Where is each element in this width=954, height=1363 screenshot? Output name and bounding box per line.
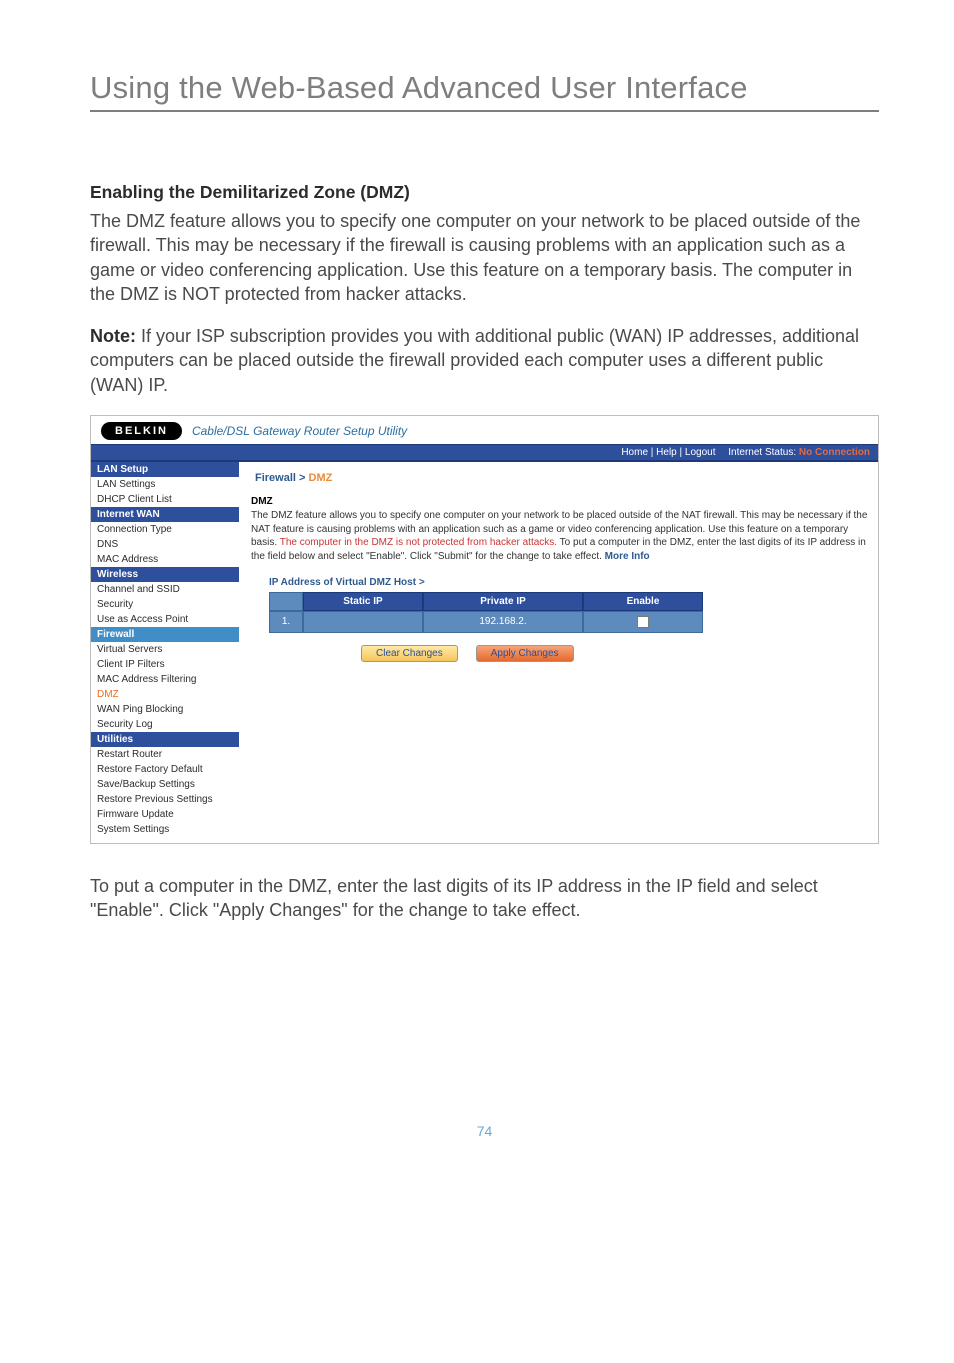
sidebar-item-security-log[interactable]: Security Log <box>91 717 239 732</box>
sidebar-item-restore-factory[interactable]: Restore Factory Default <box>91 762 239 777</box>
sidebar-item-firmware-update[interactable]: Firmware Update <box>91 807 239 822</box>
sidebar-item-save-backup[interactable]: Save/Backup Settings <box>91 777 239 792</box>
page-title: Using the Web-Based Advanced User Interf… <box>90 70 879 106</box>
sidebar-item-system-settings[interactable]: System Settings <box>91 822 239 837</box>
sidebar-item-mac-filtering[interactable]: MAC Address Filtering <box>91 672 239 687</box>
sidebar-head-wireless: Wireless <box>91 567 239 582</box>
dmz-table-header-row: Static IP Private IP Enable <box>269 592 868 611</box>
sidebar-item-security[interactable]: Security <box>91 597 239 612</box>
utility-tagline: Cable/DSL Gateway Router Setup Utility <box>192 424 407 438</box>
sidebar-item-client-ip-filters[interactable]: Client IP Filters <box>91 657 239 672</box>
sidebar-item-lan-settings[interactable]: LAN Settings <box>91 477 239 492</box>
note-label: Note: <box>90 326 136 346</box>
sidebar: LAN Setup LAN Settings DHCP Client List … <box>91 462 239 843</box>
nav-logout-link[interactable]: Logout <box>685 447 716 458</box>
sidebar-item-virtual-servers[interactable]: Virtual Servers <box>91 642 239 657</box>
dmz-table-row: 1. 192.168.2. <box>269 611 868 633</box>
content-section-label: DMZ <box>251 496 868 507</box>
th-static-ip: Static IP <box>303 592 423 611</box>
shot-header-bar: BELKIN Cable/DSL Gateway Router Setup Ut… <box>91 416 878 444</box>
intro-paragraph: The DMZ feature allows you to specify on… <box>90 209 879 306</box>
th-index-spacer <box>269 592 303 611</box>
content-pane: Firewall > DMZ DMZ The DMZ feature allow… <box>239 462 878 843</box>
desc-warning: The computer in the DMZ is not protected… <box>280 537 557 548</box>
td-enable <box>583 611 703 633</box>
virtual-dmz-subhead: IP Address of Virtual DMZ Host > <box>269 577 868 588</box>
sidebar-item-dhcp-client-list[interactable]: DHCP Client List <box>91 492 239 507</box>
breadcrumb: Firewall > DMZ <box>255 472 868 484</box>
sidebar-head-wan: Internet WAN <box>91 507 239 522</box>
sidebar-item-channel-ssid[interactable]: Channel and SSID <box>91 582 239 597</box>
sidebar-item-restart-router[interactable]: Restart Router <box>91 747 239 762</box>
enable-checkbox[interactable] <box>637 616 649 628</box>
note-paragraph: Note: If your ISP subscription provides … <box>90 324 879 397</box>
td-static-ip[interactable] <box>303 611 423 633</box>
sidebar-head-utilities: Utilities <box>91 732 239 747</box>
more-info-link[interactable]: More Info <box>605 551 650 562</box>
sidebar-item-mac-address[interactable]: MAC Address <box>91 552 239 567</box>
topbar: Home | Help | Logout Internet Status: No… <box>91 444 878 462</box>
section-heading: Enabling the Demilitarized Zone (DMZ) <box>90 182 879 203</box>
sidebar-item-dmz[interactable]: DMZ <box>91 687 239 702</box>
sidebar-head-lan: LAN Setup <box>91 462 239 477</box>
internet-status-label: Internet Status: <box>728 447 796 458</box>
td-index: 1. <box>269 611 303 633</box>
td-private-ip[interactable]: 192.168.2. <box>423 611 583 633</box>
content-description: The DMZ feature allows you to specify on… <box>251 509 868 563</box>
sidebar-head-firewall[interactable]: Firewall <box>91 627 239 642</box>
button-row: Clear Changes Apply Changes <box>361 645 868 662</box>
belkin-logo: BELKIN <box>101 422 182 440</box>
nav-home-link[interactable]: Home <box>621 447 648 458</box>
page-number: 74 <box>90 1123 879 1139</box>
router-ui-screenshot: BELKIN Cable/DSL Gateway Router Setup Ut… <box>90 415 879 844</box>
clear-changes-button[interactable]: Clear Changes <box>361 645 458 662</box>
title-divider <box>90 110 879 112</box>
breadcrumb-firewall: Firewall > <box>255 472 309 484</box>
note-body: If your ISP subscription provides you wi… <box>90 326 859 395</box>
internet-status-value: No Connection <box>799 447 870 458</box>
apply-changes-button[interactable]: Apply Changes <box>476 645 574 662</box>
nav-help-link[interactable]: Help <box>656 447 677 458</box>
sidebar-item-connection-type[interactable]: Connection Type <box>91 522 239 537</box>
th-private-ip: Private IP <box>423 592 583 611</box>
sidebar-item-use-as-ap[interactable]: Use as Access Point <box>91 612 239 627</box>
closing-paragraph: To put a computer in the DMZ, enter the … <box>90 874 879 923</box>
breadcrumb-dmz: DMZ <box>309 472 333 484</box>
th-enable: Enable <box>583 592 703 611</box>
sidebar-item-restore-previous[interactable]: Restore Previous Settings <box>91 792 239 807</box>
sidebar-item-dns[interactable]: DNS <box>91 537 239 552</box>
sidebar-item-wan-ping-blocking[interactable]: WAN Ping Blocking <box>91 702 239 717</box>
